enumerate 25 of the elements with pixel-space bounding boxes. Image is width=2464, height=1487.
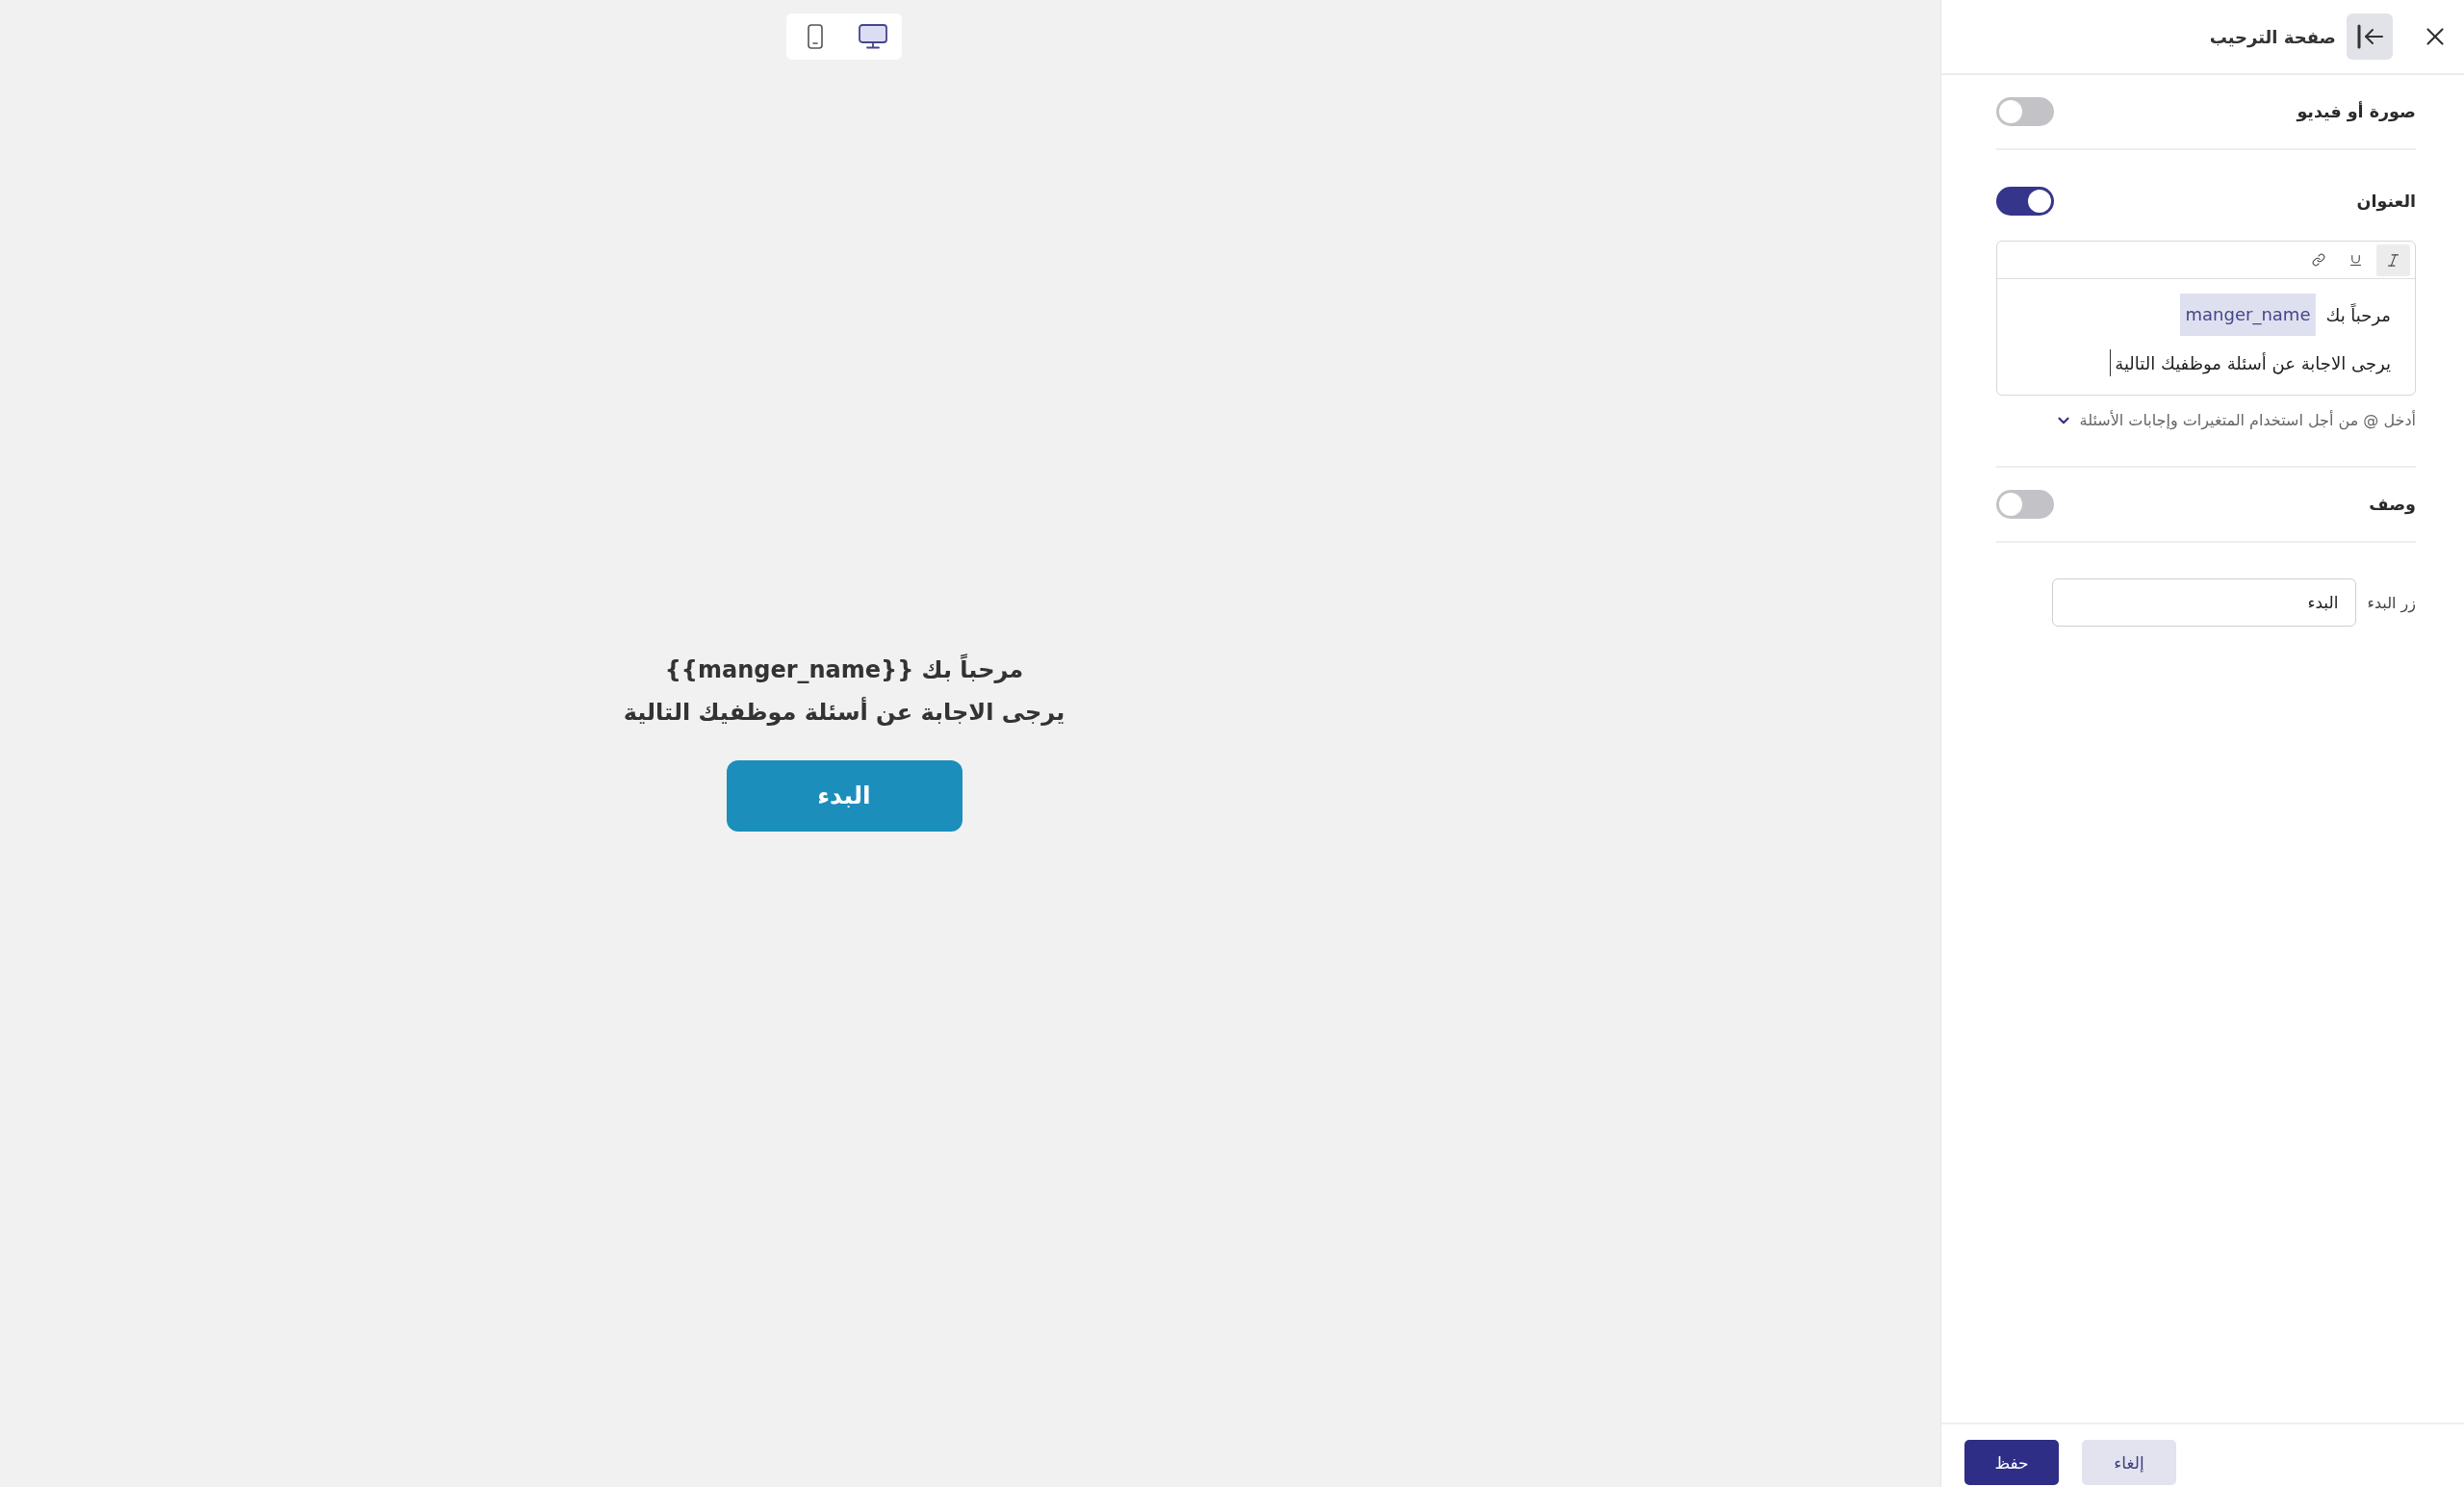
editor-text: يرجى الاجابة عن أسئلة موظفيك التالية xyxy=(2115,352,2391,373)
toggle-switch[interactable] xyxy=(1996,187,2054,216)
start-button-input[interactable]: البدء xyxy=(2052,578,2357,627)
hint-text: أدخل @ من أجل استخدام المتغيرات وإجابات الأسئلة xyxy=(2079,411,2416,429)
monitor-icon xyxy=(859,24,887,49)
section-label: صورة أو فيديو xyxy=(2297,102,2416,121)
underline-icon xyxy=(2348,252,2363,268)
start-button[interactable]: البدء xyxy=(726,759,962,832)
panel-title: صفحة الترحيب xyxy=(2209,26,2336,47)
toggle-switch[interactable] xyxy=(1996,97,2054,126)
field-label: زر البدء xyxy=(2367,593,2416,612)
preview-heading: مرحباً بك {{manger_name}} xyxy=(664,653,1024,685)
variable-tag: manger_name xyxy=(2179,294,2317,336)
italic-icon xyxy=(2385,251,2401,269)
section-label: العنوان xyxy=(2356,192,2416,211)
section-label: وصف xyxy=(2369,495,2416,514)
link-icon xyxy=(2311,253,2325,267)
editor-text: مرحباً بك xyxy=(2325,304,2391,325)
italic-button[interactable] xyxy=(2376,244,2410,276)
preview-heading: يرجى الاجابة عن أسئلة موظفيك التالية xyxy=(623,696,1065,728)
smartphone-icon xyxy=(808,24,823,49)
save-button[interactable]: حفظ xyxy=(1964,1440,2059,1485)
cancel-button[interactable]: إلغاء xyxy=(2082,1440,2176,1485)
collapse-button[interactable] xyxy=(2347,13,2393,60)
toggle-switch[interactable] xyxy=(1996,490,2054,519)
